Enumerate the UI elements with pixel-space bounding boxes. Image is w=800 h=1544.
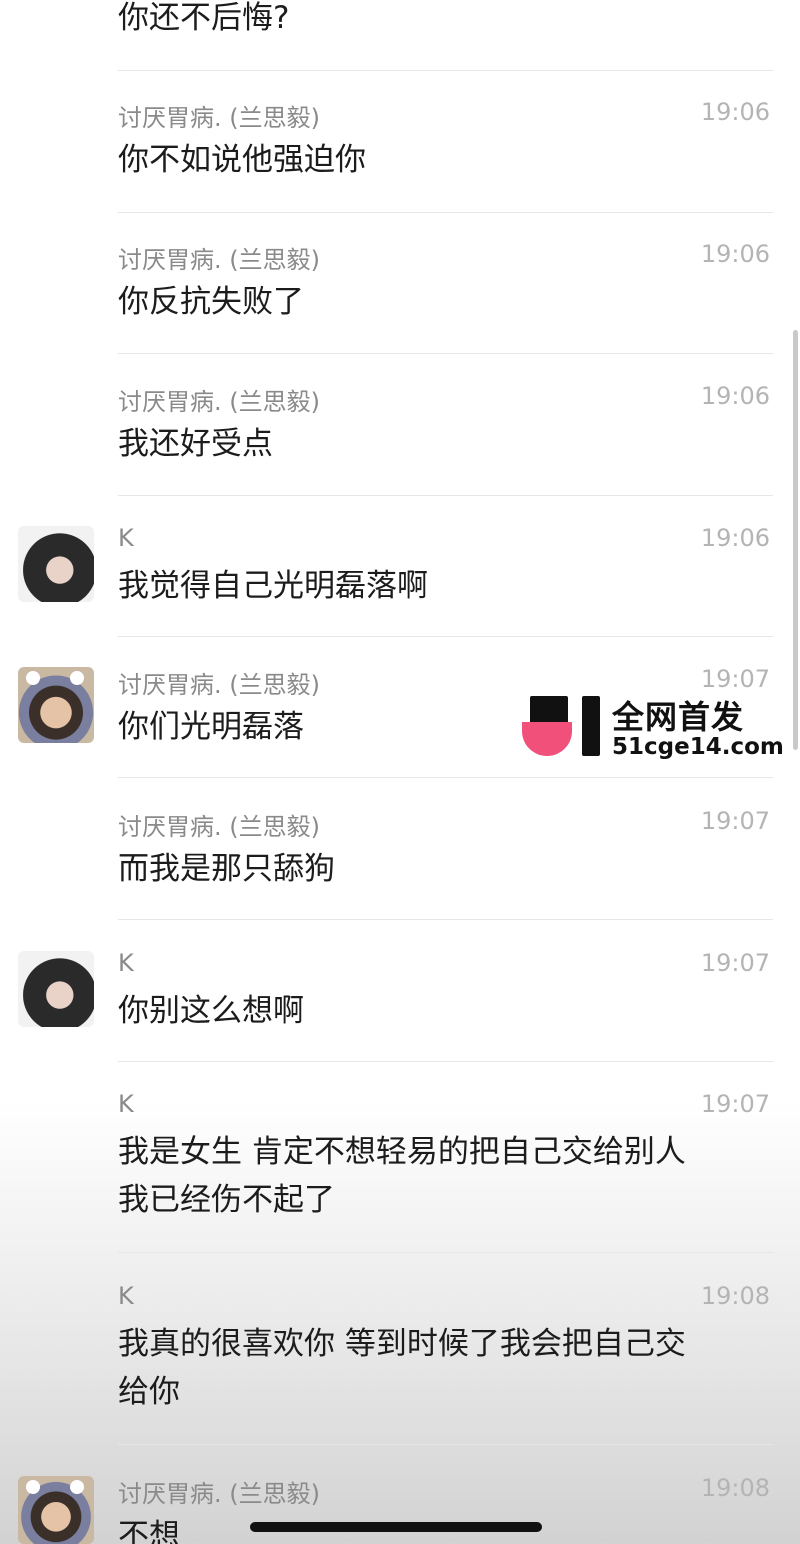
message-divider (118, 495, 773, 496)
sender-name[interactable]: 讨厌胃病. (兰思毅) (118, 1474, 320, 1509)
avatar[interactable] (18, 1476, 94, 1544)
watermark-logo-icon (522, 692, 604, 762)
message-divider (118, 919, 773, 920)
message-divider (118, 777, 773, 778)
message-divider (118, 1444, 773, 1445)
message-time: 19:07 (700, 665, 770, 693)
message-divider (118, 70, 773, 71)
message-text: 我还好受点 (118, 426, 273, 462)
sender-name[interactable]: K (118, 1282, 134, 1310)
avatar[interactable] (18, 526, 94, 602)
watermark-title: 全网首发 (612, 698, 745, 736)
scrollbar[interactable] (793, 330, 798, 750)
message-time: 19:07 (700, 1090, 770, 1118)
message-time: 19:06 (700, 98, 770, 126)
home-indicator[interactable] (250, 1522, 542, 1532)
message-text: 你还不后悔? (118, 0, 290, 36)
message-text: 你不如说他强迫你 (118, 142, 366, 178)
message-time: 19:08 (700, 1282, 770, 1310)
avatar[interactable] (18, 951, 94, 1027)
message-text: 你别这么想啊 (118, 993, 304, 1029)
message-text: 我觉得自己光明磊落啊 (118, 568, 428, 604)
message-text: 你反抗失败了 (118, 284, 304, 320)
sender-name[interactable]: 讨厌胃病. (兰思毅) (118, 382, 320, 417)
avatar[interactable] (18, 667, 94, 743)
message-time: 19:06 (700, 240, 770, 268)
message-divider (118, 212, 773, 213)
message-text: 而我是那只舔狗 (118, 851, 335, 887)
sender-name[interactable]: 讨厌胃病. (兰思毅) (118, 98, 320, 133)
sender-name[interactable]: K (118, 1090, 134, 1118)
message-time: 19:06 (700, 524, 770, 552)
message-divider (118, 1252, 773, 1253)
message-time: 19:06 (700, 382, 770, 410)
sender-name[interactable]: 讨厌胃病. (兰思毅) (118, 665, 320, 700)
sender-name[interactable]: 讨厌胃病. (兰思毅) (118, 807, 320, 842)
message-time: 19:07 (700, 949, 770, 977)
sender-name[interactable]: K (118, 949, 134, 977)
message-divider (118, 636, 773, 637)
message-time: 19:07 (700, 807, 770, 835)
message-time: 19:08 (700, 1474, 770, 1502)
message-divider (118, 353, 773, 354)
sender-name[interactable]: 讨厌胃病. (兰思毅) (118, 240, 320, 275)
watermark-url: 51cge14.com (612, 734, 784, 760)
sender-name[interactable]: K (118, 524, 134, 552)
message-text: 我是女生 肯定不想轻易的把自己交给别人 我已经伤不起了 (118, 1134, 686, 1218)
message-text: 我真的很喜欢你 等到时候了我会把自己交 给你 (118, 1326, 686, 1410)
watermark: 全网首发 51cge14.com (522, 692, 792, 764)
message-divider (118, 1061, 773, 1062)
